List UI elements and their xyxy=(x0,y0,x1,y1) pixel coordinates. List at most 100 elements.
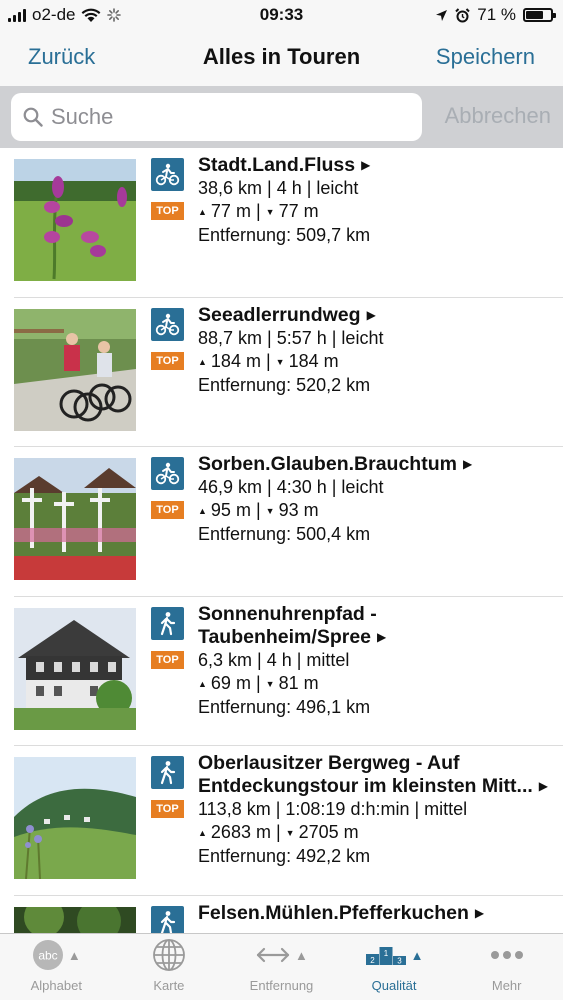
search-input[interactable] xyxy=(51,104,391,130)
search-icon xyxy=(23,107,43,127)
battery-percent: 71 % xyxy=(477,5,516,24)
tour-title-text: Seeadlerrundweg xyxy=(198,303,361,326)
svg-text:3: 3 xyxy=(397,957,402,966)
tab-label: Entfernung xyxy=(249,978,314,993)
tour-title: Oberlausitzer Bergweg - Auf Entdeckungst… xyxy=(198,752,558,798)
tab-map[interactable]: Karte xyxy=(113,934,226,1000)
tour-list-item[interactable]: TOP Stadt.Land.Fluss ▶ 38,6 km | 4 h | leic… xyxy=(14,148,563,298)
tour-stats: 113,8 km | 1:08:19 d:h:min | mittel xyxy=(198,799,468,819)
cancel-search-button[interactable]: Abbrechen xyxy=(445,103,551,129)
tour-thumbnail xyxy=(14,757,136,879)
disclosure-arrow-icon: ▶ xyxy=(462,457,473,471)
tour-ascent: 69 m xyxy=(210,672,251,693)
tour-list-item[interactable]: TOP Oberlausitzer Bergweg - Auf Entdeckun… xyxy=(14,746,563,896)
elevation-separator: | xyxy=(250,500,266,520)
tab-distance[interactable]: ▲ Entfernung xyxy=(225,934,338,1000)
tour-distance: Entfernung: 509,7 km xyxy=(198,225,371,245)
tour-thumbnail xyxy=(14,906,136,933)
tour-stats: 6,3 km | 4 h | mittel xyxy=(198,649,350,670)
descent-icon: ▼ xyxy=(265,506,275,516)
disclosure-arrow-icon: ▶ xyxy=(474,905,485,920)
tour-thumbnail xyxy=(14,308,136,431)
sort-direction-icon: ▲ xyxy=(410,947,424,963)
tour-thumbnail xyxy=(14,607,136,730)
tour-list-item[interactable]: TOP Seeadlerrundweg ▶ 88,7 km | 5:57 h | le… xyxy=(14,298,563,447)
elevation-separator: | xyxy=(260,350,276,371)
tour-distance: Entfernung: 500,4 km xyxy=(198,524,371,544)
ascent-icon: ▲ xyxy=(198,207,207,217)
tour-badges: TOP xyxy=(151,606,184,669)
descent-icon: ▼ xyxy=(265,207,275,217)
tour-elevation: ▲ 77 m | ▼ 77 m xyxy=(198,200,558,224)
tour-badges: TOP xyxy=(151,457,184,519)
tab-bar: abc ▲ Alphabet Karte ▲ Entfernung 2 1 3 … xyxy=(0,933,563,1000)
globe-icon xyxy=(152,939,185,971)
tour-descent: 93 m xyxy=(278,500,319,520)
tab-quality[interactable]: 2 1 3 ▲ Qualität xyxy=(338,934,451,1000)
status-bar: o2-de 09:33 71 % xyxy=(0,0,563,30)
battery-level-fill xyxy=(526,11,544,19)
ascent-icon: ▲ xyxy=(198,678,207,689)
tour-distance: Entfernung: 496,1 km xyxy=(198,696,371,717)
battery-icon xyxy=(523,8,556,22)
alarm-clock-icon xyxy=(455,7,470,22)
descent-icon: ▼ xyxy=(275,356,285,367)
tour-title: Sorben.Glauben.Brauchtum ▶ xyxy=(198,453,558,476)
location-arrow-icon xyxy=(436,9,448,21)
navigation-bar: Zurück Alles in Touren Speichern xyxy=(0,30,563,86)
tab-alphabet[interactable]: abc ▲ Alphabet xyxy=(0,934,113,1000)
tour-descent: 2705 m xyxy=(298,822,359,842)
tour-thumbnail xyxy=(14,458,136,580)
tour-ascent: 184 m xyxy=(210,350,261,371)
tour-elevation: ▲ 95 m | ▼ 93 m xyxy=(198,499,558,523)
tour-thumbnail xyxy=(14,159,136,281)
tour-info: Felsen.Mühlen.Pfefferkuchen ▶ xyxy=(198,902,558,925)
elevation-separator: | xyxy=(250,672,266,693)
tour-info: Stadt.Land.Fluss ▶ 38,6 km | 4 h | leicht ▲… xyxy=(198,154,558,247)
sort-direction-icon: ▲ xyxy=(295,947,308,963)
top-badge: TOP xyxy=(151,650,184,669)
tour-list-item[interactable]: Felsen.Mühlen.Pfefferkuchen ▶ xyxy=(14,896,563,933)
tour-title-text: Felsen.Mühlen.Pfefferkuchen xyxy=(198,901,469,924)
tour-ascent: 77 m xyxy=(210,201,251,221)
tour-stats: 46,9 km | 4:30 h | leicht xyxy=(198,477,384,497)
descent-icon: ▼ xyxy=(285,828,295,838)
tour-ascent: 95 m xyxy=(210,500,251,520)
tab-more[interactable]: Mehr xyxy=(450,934,563,1000)
back-button[interactable]: Zurück xyxy=(28,44,95,70)
disclosure-arrow-icon: ▶ xyxy=(366,307,376,322)
tour-list-item[interactable]: TOP Sorben.Glauben.Brauchtum ▶ 46,9 km | 4:… xyxy=(14,447,563,597)
tour-list[interactable]: TOP Stadt.Land.Fluss ▶ 38,6 km | 4 h | leic… xyxy=(0,148,563,933)
distance-icon xyxy=(256,947,290,963)
bike-icon xyxy=(151,307,184,341)
more-icon xyxy=(490,951,523,959)
tab-label: Mehr xyxy=(491,978,522,993)
podium-icon: 2 1 3 xyxy=(365,947,406,966)
ascent-icon: ▲ xyxy=(198,506,207,516)
tour-title-text: Oberlausitzer Bergweg - Auf Entdeckungst… xyxy=(198,752,533,797)
top-badge: TOP xyxy=(151,202,184,220)
tab-label: Alphabet xyxy=(30,978,82,993)
save-button[interactable]: Speichern xyxy=(436,44,535,70)
tab-label: Qualität xyxy=(371,978,417,993)
elevation-separator: | xyxy=(270,822,286,842)
ascent-icon: ▲ xyxy=(198,828,207,838)
tour-badges: TOP xyxy=(151,756,184,818)
descent-icon: ▼ xyxy=(265,678,275,689)
tour-distance: Entfernung: 520,2 km xyxy=(198,374,371,395)
svg-text:abc: abc xyxy=(38,949,57,963)
search-bar: Abbrechen xyxy=(0,86,563,148)
search-field[interactable] xyxy=(11,93,422,141)
tour-title: Seeadlerrundweg ▶ xyxy=(198,304,558,327)
bike-icon xyxy=(151,158,184,191)
tour-stats: 88,7 km | 5:57 h | leicht xyxy=(198,327,384,348)
tour-descent: 184 m xyxy=(288,350,339,371)
tab-label: Karte xyxy=(153,978,185,993)
tour-title: Sonnenuhrenpfad - Taubenheim/Spree ▶ xyxy=(198,603,558,649)
top-badge: TOP xyxy=(151,800,184,818)
tour-elevation: ▲ 184 m | ▼ 184 m xyxy=(198,350,558,374)
sort-direction-icon: ▲ xyxy=(67,947,81,963)
top-badge: TOP xyxy=(151,501,184,519)
tour-list-item[interactable]: TOP Sonnenuhrenpfad - Taubenheim/Spree ▶ 6,… xyxy=(14,597,563,746)
abc-icon: abc xyxy=(32,940,63,970)
